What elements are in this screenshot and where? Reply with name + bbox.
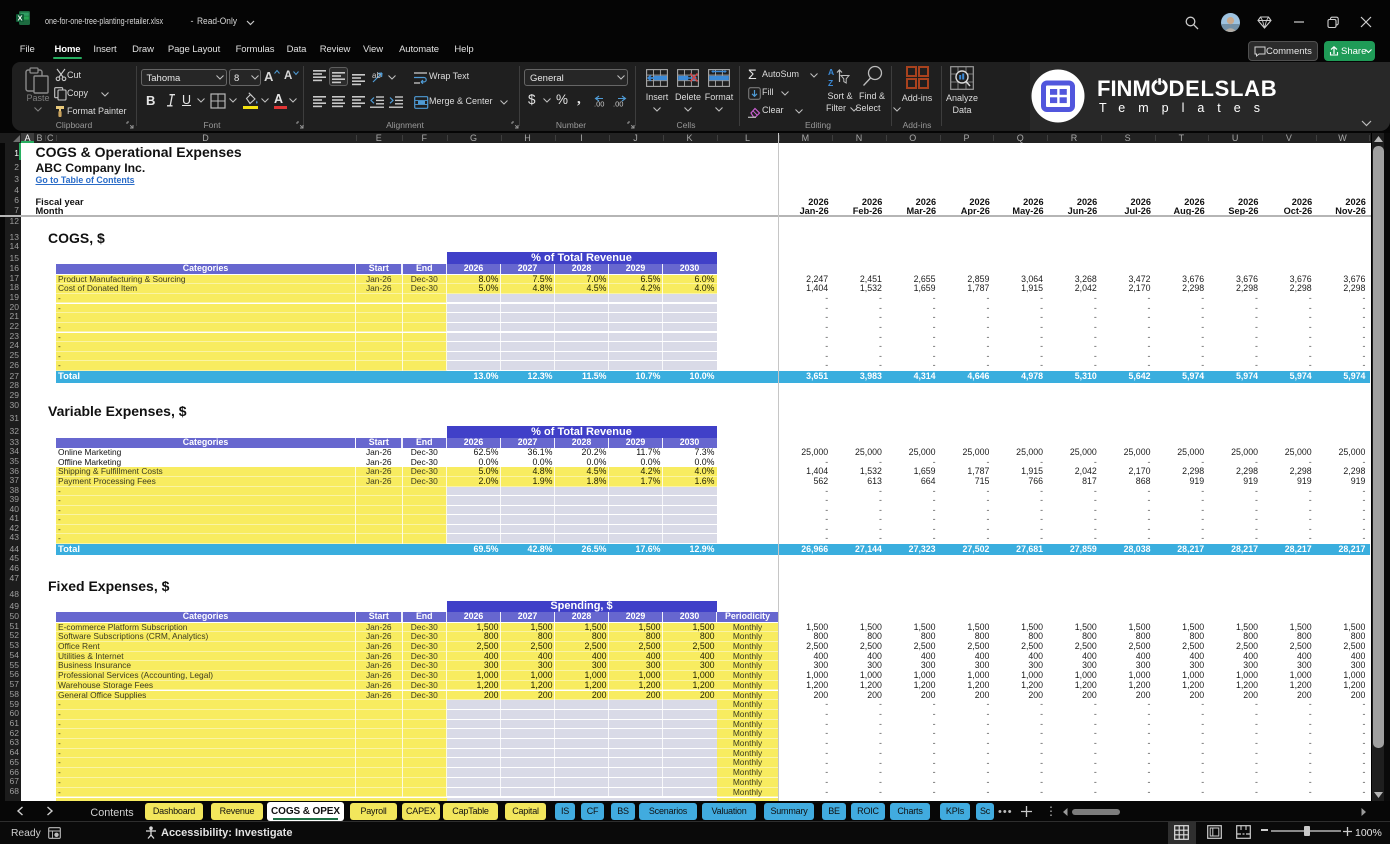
svg-text:X: X [17,14,22,23]
svg-text:Z: Z [828,78,833,88]
svg-text:A: A [828,67,834,77]
svg-text:.00: .00 [594,100,604,109]
svg-text:.00: .00 [613,100,623,109]
svg-text:ab: ab [372,71,381,80]
